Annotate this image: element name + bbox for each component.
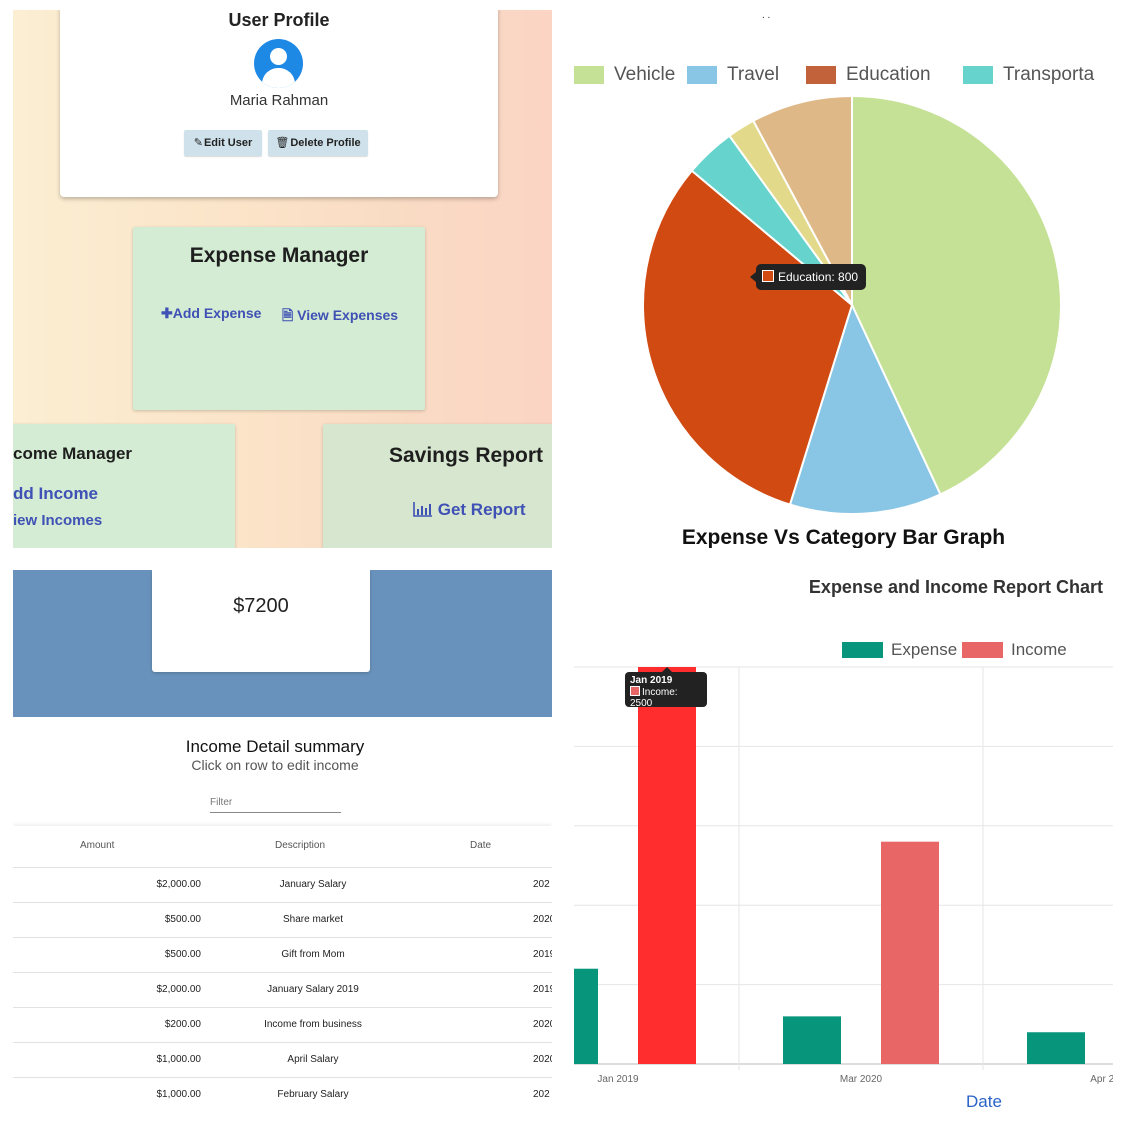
table-row[interactable]: $2,000.00 January Salary 2019 2019 <box>13 972 552 1008</box>
x-tick-label: Mar 2020 <box>840 1074 883 1085</box>
income-bar[interactable] <box>881 841 939 1064</box>
table-row[interactable]: $200.00 Income from business 2020 <box>13 1007 552 1043</box>
cell-date: 2020 <box>533 914 552 925</box>
expense-bar[interactable] <box>574 968 598 1064</box>
cell-amount: $1,000.00 <box>156 1089 202 1100</box>
cell-date: 2020 <box>533 1019 552 1030</box>
account-circle-icon <box>254 39 303 88</box>
income-manager-title: come Manager <box>13 444 133 463</box>
edit-user-label: Edit User <box>203 137 253 149</box>
column-header-description[interactable]: Description <box>275 840 325 851</box>
cell-description: February Salary <box>277 1089 349 1100</box>
dashboard-panel: User Profile Maria Rahman ✎Edit User 🗑De… <box>13 10 552 548</box>
view-expenses-link[interactable]: 🗎 View Expenses <box>282 305 398 329</box>
income-manager-card: come Manager dd Income iew Incomes <box>13 424 235 548</box>
delete-profile-label: Delete Profile <box>290 137 361 149</box>
table-row[interactable]: $500.00 Share market 2020 <box>13 902 552 938</box>
cell-description: April Salary <box>287 1054 339 1065</box>
delete-profile-button[interactable]: 🗑Delete Profile <box>268 130 368 156</box>
document-icon: 🗎 <box>282 307 294 323</box>
cell-date: 2019 <box>533 984 552 995</box>
cell-amount: $200.00 <box>164 1019 201 1030</box>
x-tick-label: Apr 20 <box>1090 1074 1113 1085</box>
table-row[interactable]: $2,000.00 January Salary 202 <box>13 867 552 903</box>
total-income-card: $7200 <box>152 570 370 672</box>
pie-tooltip: Education: 800 <box>749 264 867 290</box>
cell-amount: $500.00 <box>164 949 201 960</box>
cell-description: Gift from Mom <box>281 949 345 960</box>
expense-manager-title: Expense Manager <box>189 244 369 267</box>
bar-tooltip-title: Jan 2019 <box>630 675 673 686</box>
get-report-label: Get Report <box>437 500 526 519</box>
user-profile-card: User Profile Maria Rahman ✎Edit User 🗑De… <box>60 10 498 197</box>
income-table: Amount Description Date $2,000.00 January… <box>13 826 552 1117</box>
view-incomes-link[interactable]: iew Incomes <box>13 512 102 529</box>
filter-input[interactable] <box>210 793 341 812</box>
bar-graph-title: Expense Vs Category Bar Graph <box>681 526 1006 548</box>
report-chart-panel: Expense and Income Report Chart Expense I… <box>574 570 1113 1117</box>
cell-date: 202 <box>533 1089 550 1100</box>
cell-amount: $2,000.00 <box>156 984 202 995</box>
cell-description: January Salary <box>279 879 347 890</box>
cell-description: January Salary 2019 <box>267 984 359 995</box>
column-header-date[interactable]: Date <box>470 840 491 851</box>
income-summary-panel: $7200 Income Detail summary Click on row… <box>13 570 552 1117</box>
profile-title: User Profile <box>228 10 330 30</box>
plus-icon: ✚ <box>161 305 173 321</box>
edit-user-button[interactable]: ✎Edit User <box>184 130 262 156</box>
cell-description: Income from business <box>264 1019 362 1030</box>
pie-chart-panel: . . Vehicle Travel Education Transporta Edu… <box>574 10 1113 548</box>
tooltip-swatch <box>762 270 774 282</box>
pie-tooltip-text: Education: 800 <box>778 270 859 284</box>
savings-report-card: Savings Report Get Report <box>323 424 552 548</box>
table-row[interactable]: $1,000.00 April Salary 2020 <box>13 1042 552 1078</box>
summary-title: Income Detail summary <box>185 737 365 756</box>
profile-name: Maria Rahman <box>229 92 329 109</box>
total-income-value: $7200 <box>233 595 289 617</box>
column-header-amount[interactable]: Amount <box>80 840 114 851</box>
cell-amount: $1,000.00 <box>156 1054 202 1065</box>
cell-amount: $2,000.00 <box>156 879 202 890</box>
summary-subtitle: Click on row to edit income <box>191 757 359 773</box>
bar-chart: Jan 2019 Mar 2020 Apr 20 <box>574 666 1113 1085</box>
cell-date: 2020 <box>533 1054 552 1065</box>
x-axis-title: Date <box>966 1092 1002 1111</box>
x-tick-label: Jan 2019 <box>597 1074 639 1085</box>
bar-tooltip: Jan 2019 Income: 2500 <box>625 667 707 709</box>
cell-date: 2019 <box>533 949 552 960</box>
expense-bar[interactable] <box>783 1016 841 1064</box>
bar-chart-icon <box>413 502 432 517</box>
cell-amount: $500.00 <box>164 914 201 925</box>
add-income-link[interactable]: dd Income <box>13 484 98 504</box>
edit-icon: ✎ <box>193 137 203 149</box>
add-expense-label: Add Expense <box>172 305 262 321</box>
savings-report-title: Savings Report <box>388 444 543 467</box>
get-report-link[interactable]: Get Report <box>413 500 526 520</box>
add-expense-link[interactable]: ✚Add Expense <box>161 305 261 322</box>
cell-description: Share market <box>282 914 344 925</box>
view-expenses-label: View Expenses <box>297 307 399 323</box>
table-row[interactable]: $500.00 Gift from Mom 2019 <box>13 937 552 973</box>
cell-date: 202 <box>533 879 550 890</box>
tooltip-swatch <box>630 686 640 696</box>
income-bar[interactable] <box>638 667 696 1064</box>
filter-field[interactable] <box>210 792 341 813</box>
trash-icon: 🗑 <box>275 137 290 149</box>
expense-manager-card: Expense Manager ✚Add Expense 🗎 View Expe… <box>133 227 425 410</box>
expense-bar[interactable] <box>1027 1032 1085 1064</box>
table-row[interactable]: $1,000.00 February Salary 202 <box>13 1077 552 1113</box>
